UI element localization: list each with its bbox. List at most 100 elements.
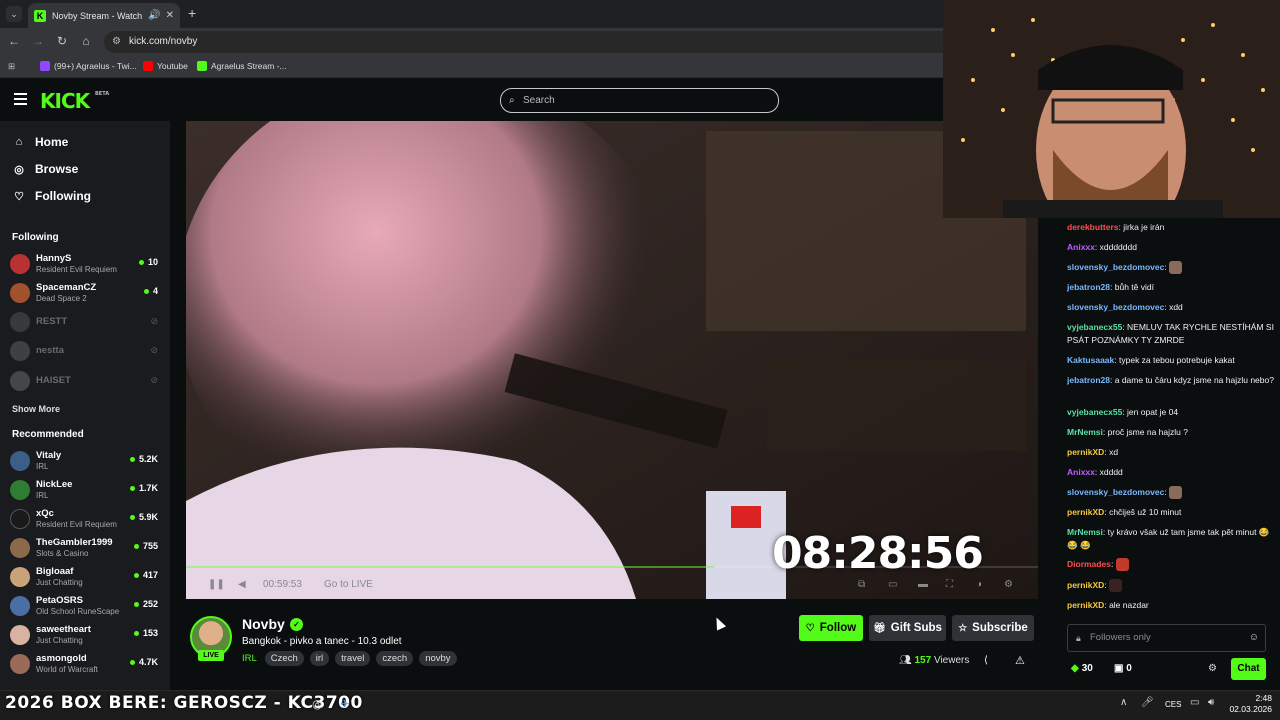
recommended-channel[interactable]: asmongold World of Warcraft 4.7K bbox=[10, 651, 160, 677]
menu-hamburger-icon[interactable] bbox=[14, 93, 27, 105]
tag-chip[interactable]: czech bbox=[376, 651, 414, 666]
recommended-channel[interactable]: PetaOSRS Old School RuneScape 252 bbox=[10, 593, 160, 619]
forward-arrow-icon[interactable]: → bbox=[30, 34, 46, 48]
recommended-channel[interactable]: Vitaly IRL 5.2K bbox=[10, 448, 160, 474]
category-link[interactable]: IRL bbox=[242, 653, 257, 664]
offline-icon: ⊘ bbox=[150, 345, 158, 355]
following-section-title: Following bbox=[12, 232, 59, 243]
back-arrow-icon[interactable]: ← bbox=[6, 34, 22, 48]
clip-icon[interactable]: ⧉ bbox=[858, 579, 865, 590]
chat-message: MrNemsi: proč jsme na hajzlu ? bbox=[1067, 427, 1188, 437]
tag-chip[interactable]: travel bbox=[335, 651, 371, 666]
miniplayer-icon[interactable]: ▭ bbox=[888, 579, 897, 590]
share-icon[interactable]: ⟨ bbox=[984, 655, 988, 666]
follow-button[interactable]: ♡ Follow bbox=[799, 615, 863, 641]
bookmark-youtube[interactable]: Youtube bbox=[143, 61, 188, 71]
star-icon: ☆ bbox=[958, 622, 968, 634]
sidebar-nav-following[interactable]: ♡ Following bbox=[12, 189, 91, 203]
bookmark-kick[interactable]: Agraelus Stream -... bbox=[197, 61, 287, 71]
quality-icon[interactable]: ◑ bbox=[976, 579, 982, 590]
recommended-channel[interactable]: Bigloaaf Just Chatting 417 bbox=[10, 564, 160, 590]
speaker-icon[interactable]: 🔊︎ bbox=[1208, 697, 1214, 708]
avatar bbox=[10, 371, 30, 391]
stream-tags: IRL Czech irl travel czech novby bbox=[242, 651, 463, 666]
search-input[interactable]: ⌕ Search bbox=[500, 88, 779, 113]
new-tab-button[interactable]: + bbox=[188, 5, 196, 21]
settings-icon[interactable]: ⚙ bbox=[1004, 579, 1013, 590]
theater-mode-icon[interactable]: ▬ bbox=[918, 579, 928, 590]
steam-taskbar-icon[interactable]: ✈ bbox=[340, 697, 350, 711]
sidebar-nav-home[interactable]: ⌂ Home bbox=[12, 135, 69, 149]
report-warning-icon[interactable]: ⚠ bbox=[1015, 654, 1025, 667]
avatar bbox=[10, 509, 30, 529]
bookmark-twitch[interactable]: (99+) Agraelus - Twi... bbox=[40, 61, 137, 71]
following-channel-spacemancz[interactable]: SpacemanCZ Dead Space 2 4 bbox=[10, 280, 160, 306]
chat-input[interactable]: 🔒︎ Followers only ☺ bbox=[1067, 624, 1266, 652]
recommended-channel[interactable]: NickLee IRL 1.7K bbox=[10, 477, 160, 503]
microphone-icon[interactable]: 🎤︎ bbox=[1141, 697, 1154, 708]
site-info-icon[interactable]: ⚙ bbox=[112, 31, 121, 53]
volume-icon[interactable]: ◀︎ bbox=[238, 579, 246, 590]
language-indicator[interactable]: CES bbox=[1165, 700, 1181, 709]
mouse-cursor bbox=[711, 615, 727, 631]
chat-input-placeholder: Followers only bbox=[1090, 632, 1151, 643]
send-chat-button[interactable]: Chat bbox=[1231, 658, 1266, 680]
recommended-channel[interactable]: xQc Resident Evil Requiem 5.9K bbox=[10, 506, 160, 532]
fullscreen-icon[interactable]: ⛶ bbox=[946, 579, 953, 590]
following-channel-haiset[interactable]: HAISET ⊘ bbox=[10, 368, 160, 394]
tab-close-icon[interactable]: ✕ bbox=[166, 10, 174, 21]
apps-grid-icon[interactable]: ⊞ bbox=[8, 61, 15, 72]
chat-message: pernikXD: bbox=[1067, 579, 1277, 593]
chat-message: Anixxx: xddddddd bbox=[1067, 242, 1137, 252]
verified-check-icon: ✓ bbox=[290, 618, 303, 631]
home-button-icon[interactable]: ⌂ bbox=[78, 34, 94, 48]
go-to-live-button[interactable]: Go to LIVE bbox=[324, 579, 373, 590]
chat-message: jebatron28: a dame tu čáru kdyz jsme na … bbox=[1067, 375, 1274, 385]
gift-icon: 🎁︎ bbox=[873, 622, 886, 634]
gift-counter[interactable]: ▣ 0 bbox=[1114, 663, 1132, 674]
tab-audio-icon[interactable]: 🔊 bbox=[148, 10, 160, 21]
subscribe-button[interactable]: ☆ Subscribe bbox=[952, 615, 1034, 641]
pause-icon[interactable]: ❚❚ bbox=[208, 579, 225, 590]
kick-header: KICK BETA ⌕ Search bbox=[0, 80, 1060, 121]
heart-icon: ♡ bbox=[14, 190, 24, 203]
channel-name[interactable]: Novby bbox=[242, 616, 285, 632]
bookmarks-bar: ⊞ (99+) Agraelus - Twi... Youtube Agrael… bbox=[0, 56, 943, 78]
tag-chip[interactable]: novby bbox=[419, 651, 457, 666]
sidebar: ⌂ Home ◎ Browse ♡ Following Following Hanny… bbox=[0, 121, 170, 690]
browser-tab-active[interactable]: K Novby Stream - Watch Live 🔊 ✕ bbox=[28, 3, 180, 28]
reload-icon[interactable]: ↻ bbox=[54, 34, 70, 48]
tag-chip[interactable]: Czech bbox=[264, 651, 304, 666]
network-icon[interactable]: ▭ bbox=[1190, 697, 1199, 708]
webcam-overlay bbox=[943, 0, 1280, 218]
following-channel-nestta[interactable]: nestta ⊘ bbox=[10, 338, 160, 364]
recommended-channel[interactable]: saweetheart Just Chatting 153 bbox=[10, 622, 160, 648]
gift-subs-button[interactable]: 🎁︎ Gift Subs bbox=[869, 615, 946, 641]
browser-toolbar: ← → ↻ ⌂ ⚙ kick.com/novby bbox=[0, 28, 943, 56]
recommended-channel[interactable]: TheGambler1999 Slots & Casino 755 bbox=[10, 535, 160, 561]
tray-chevron-icon[interactable]: ∧ bbox=[1120, 697, 1127, 708]
following-channel-hannys[interactable]: HannyS Resident Evil Requiem 10 bbox=[10, 251, 160, 277]
chat-message: Diormades: bbox=[1067, 558, 1277, 572]
kick-logo[interactable]: KICK BETA bbox=[40, 89, 109, 113]
chat-settings-icon[interactable]: ⚙ bbox=[1208, 663, 1217, 674]
chat-message: slovensky_bezdomovec: bbox=[1067, 261, 1277, 275]
tab-search-button[interactable]: ⌄ bbox=[6, 6, 22, 22]
offline-icon: ⊘ bbox=[150, 375, 158, 385]
obs-taskbar-icon[interactable]: ◎ bbox=[312, 697, 322, 711]
address-bar[interactable]: ⚙ kick.com/novby bbox=[104, 31, 943, 53]
following-channel-restt[interactable]: RESTT ⊘ bbox=[10, 309, 160, 335]
live-badge: LIVE bbox=[198, 650, 224, 661]
show-more-link[interactable]: Show More bbox=[12, 404, 60, 414]
kick-favicon-icon: K bbox=[34, 9, 46, 22]
emote-icon bbox=[1109, 579, 1123, 593]
emote-picker-icon[interactable]: ☺ bbox=[1249, 625, 1259, 651]
channel-points[interactable]: ◆ 30 bbox=[1071, 663, 1093, 674]
chat-message: vyjebanecx55: jen opat je 04 bbox=[1067, 407, 1179, 417]
chat-message: MrNemsi: ty krávo však už tam jsme tak p… bbox=[1067, 527, 1270, 550]
system-clock[interactable]: 2:48 02.03.2026 bbox=[1226, 693, 1272, 715]
tag-chip[interactable]: irl bbox=[309, 651, 330, 666]
gift-icon: ▣ bbox=[1114, 663, 1124, 674]
sidebar-nav-browse[interactable]: ◎ Browse bbox=[12, 162, 78, 176]
avatar bbox=[10, 596, 30, 616]
